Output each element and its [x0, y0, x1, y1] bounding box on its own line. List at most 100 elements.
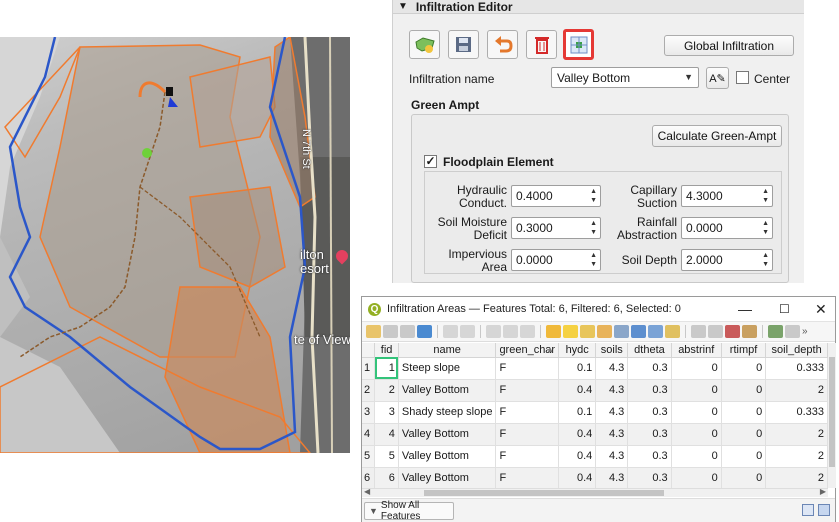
cell-abstrinf[interactable]: 0: [671, 401, 722, 424]
new-field-icon[interactable]: [691, 325, 706, 338]
floodplain-checkbox[interactable]: ✓: [424, 155, 437, 168]
spin-arrows-icon[interactable]: ▲ ▼: [762, 187, 769, 205]
collapse-triangle-icon[interactable]: ▼: [398, 1, 408, 12]
table-row[interactable]: 3 3 Shady steep slope F 0.1 4.3 0.3 0 0 0.333: [362, 401, 828, 424]
hydc-spinbox[interactable]: 0.4000 ▲ ▼: [511, 185, 601, 207]
delete-feature-icon[interactable]: [460, 325, 475, 338]
cell-dtheta[interactable]: 0.3: [627, 423, 672, 446]
add-polygon-button[interactable]: [409, 30, 440, 59]
cell-name[interactable]: Valley Bottom: [398, 445, 497, 468]
cell-soil-depth[interactable]: 2: [765, 467, 828, 488]
save-edits-icon[interactable]: [400, 325, 415, 338]
spin-arrows-icon[interactable]: ▲ ▼: [590, 219, 597, 237]
table-row[interactable]: 1 1 Steep slope F 0.1 4.3 0.3 0 0 0.333: [362, 357, 828, 380]
show-all-features-button[interactable]: ▼ Show All Features: [364, 500, 454, 522]
select-all-icon[interactable]: [563, 325, 578, 338]
cell-green-char[interactable]: F: [495, 467, 560, 488]
paste-icon[interactable]: [520, 325, 535, 338]
spin-arrows-icon[interactable]: ▲ ▼: [762, 219, 769, 237]
cell-green-char[interactable]: F: [495, 445, 560, 468]
area-select-button[interactable]: [563, 29, 594, 60]
delete-field-icon[interactable]: [708, 325, 723, 338]
rainfall-spinbox[interactable]: 0.0000 ▲ ▼: [681, 217, 773, 239]
reload-icon[interactable]: [417, 325, 432, 338]
cell-soil-depth[interactable]: 2: [765, 379, 828, 402]
cell-name[interactable]: Valley Bottom: [398, 467, 497, 488]
cell-soil-depth[interactable]: 0.333: [765, 357, 828, 380]
cell-soils[interactable]: 4.3: [595, 379, 629, 402]
cell-abstrinf[interactable]: 0: [671, 379, 722, 402]
soil-moisture-spinbox[interactable]: 0.3000 ▲ ▼: [511, 217, 601, 239]
cell-fid[interactable]: 1: [374, 357, 399, 380]
soil-depth-spinbox[interactable]: 2.0000 ▲ ▼: [681, 249, 773, 271]
cell-soils[interactable]: 4.3: [595, 423, 629, 446]
attribute-grid[interactable]: fid name green_char ▲ hydc soils dtheta a…: [362, 343, 828, 488]
scroll-left-icon[interactable]: ◀: [364, 487, 370, 496]
cell-dtheta[interactable]: 0.3: [627, 445, 672, 468]
cell-soils[interactable]: 4.3: [595, 357, 629, 380]
cell-fid[interactable]: 6: [374, 467, 399, 488]
column-header[interactable]: fid: [374, 343, 399, 358]
multi-edit-icon[interactable]: [383, 325, 398, 338]
table-row[interactable]: 4 4 Valley Bottom F 0.4 4.3 0.3 0 0 2: [362, 423, 828, 446]
cell-rtimpf[interactable]: 0: [721, 401, 767, 424]
cell-name[interactable]: Steep slope: [398, 357, 497, 380]
column-header[interactable]: dtheta: [627, 343, 672, 358]
cell-fid[interactable]: 2: [374, 379, 399, 402]
table-row[interactable]: 5 5 Valley Bottom F 0.4 4.3 0.3 0 0 2: [362, 445, 828, 468]
minimize-icon[interactable]: —: [738, 301, 752, 317]
cell-soils[interactable]: 4.3: [595, 401, 629, 424]
close-icon[interactable]: ✕: [815, 301, 827, 318]
actions-icon[interactable]: [785, 325, 800, 338]
column-header[interactable]: soils: [595, 343, 629, 358]
spin-arrows-icon[interactable]: ▲ ▼: [590, 251, 597, 269]
cell-dtheta[interactable]: 0.3: [627, 379, 672, 402]
deselect-icon[interactable]: [597, 325, 612, 338]
invert-selection-icon[interactable]: [580, 325, 595, 338]
cell-abstrinf[interactable]: 0: [671, 467, 722, 488]
zoom-to-selection-icon[interactable]: [665, 325, 680, 338]
toggle-edit-icon[interactable]: [366, 325, 381, 338]
cell-fid[interactable]: 3: [374, 401, 399, 424]
cell-name[interactable]: Shady steep slope: [398, 401, 497, 424]
cell-abstrinf[interactable]: 0: [671, 423, 722, 446]
center-checkbox[interactable]: [736, 71, 749, 84]
cell-hydc[interactable]: 0.4: [558, 445, 597, 468]
cell-soils[interactable]: 4.3: [595, 445, 629, 468]
column-header[interactable]: abstrinf: [671, 343, 722, 358]
cell-abstrinf[interactable]: 0: [671, 445, 722, 468]
cell-soils[interactable]: 4.3: [595, 467, 629, 488]
row-header[interactable]: 5: [362, 445, 376, 468]
cell-dtheta[interactable]: 0.3: [627, 467, 672, 488]
cell-soil-depth[interactable]: 0.333: [765, 401, 828, 424]
cell-rtimpf[interactable]: 0: [721, 423, 767, 446]
table-row[interactable]: 6 6 Valley Bottom F 0.4 4.3 0.3 0 0 2: [362, 467, 828, 488]
field-calculator-icon[interactable]: [725, 325, 740, 338]
cell-name[interactable]: Valley Bottom: [398, 423, 497, 446]
row-header[interactable]: 1: [362, 357, 376, 380]
corner-header[interactable]: [362, 343, 376, 358]
cell-name[interactable]: Valley Bottom: [398, 379, 497, 402]
column-header[interactable]: soil_depth: [765, 343, 828, 358]
cell-green-char[interactable]: F: [495, 379, 560, 402]
cell-green-char[interactable]: F: [495, 401, 560, 424]
cell-rtimpf[interactable]: 0: [721, 445, 767, 468]
row-header[interactable]: 3: [362, 401, 376, 424]
rename-button[interactable]: A✎: [706, 67, 729, 89]
cell-hydc[interactable]: 0.4: [558, 379, 597, 402]
scroll-right-icon[interactable]: ▶: [820, 487, 826, 496]
cell-hydc[interactable]: 0.4: [558, 467, 597, 488]
column-header[interactable]: rtimpf: [721, 343, 767, 358]
cell-hydc[interactable]: 0.1: [558, 401, 597, 424]
cell-abstrinf[interactable]: 0: [671, 357, 722, 380]
cell-dtheta[interactable]: 0.3: [627, 401, 672, 424]
cell-rtimpf[interactable]: 0: [721, 467, 767, 488]
infiltration-name-combo[interactable]: Valley Bottom ▼: [551, 67, 699, 88]
add-feature-icon[interactable]: [443, 325, 458, 338]
save-edits-button[interactable]: [448, 30, 479, 59]
cut-icon[interactable]: [486, 325, 501, 338]
select-by-expression-icon[interactable]: [546, 325, 561, 338]
spin-arrows-icon[interactable]: ▲ ▼: [590, 187, 597, 205]
toolbar-overflow-icon[interactable]: »: [802, 326, 808, 337]
form-view-icon[interactable]: [802, 504, 814, 516]
